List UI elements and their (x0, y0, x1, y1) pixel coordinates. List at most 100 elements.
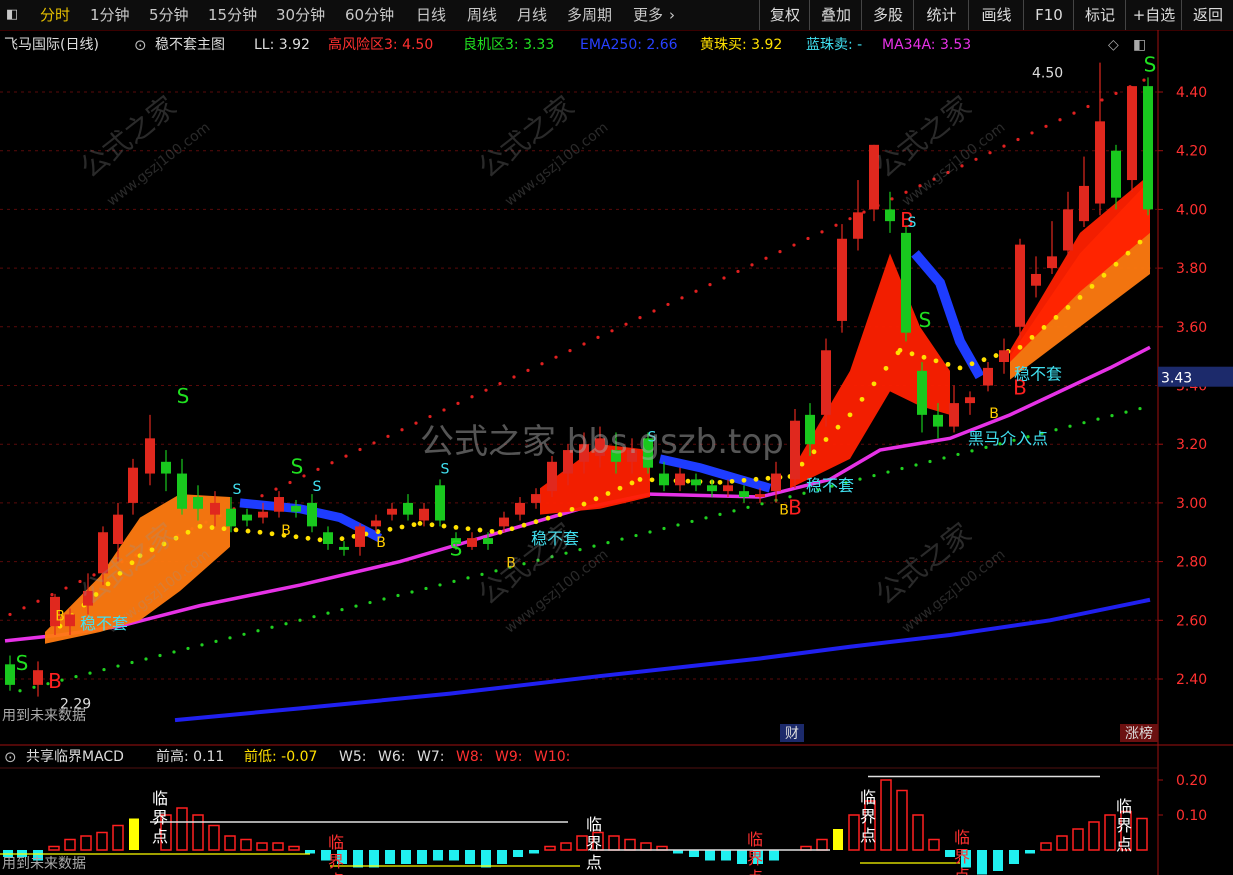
upper-channel-dot (414, 421, 418, 425)
ll-value: LL: 3.92 (254, 37, 310, 53)
yellow-bead (161, 541, 167, 547)
window-toggle-icon[interactable]: ◧ (1133, 32, 1146, 58)
lower-channel-dot (186, 646, 190, 651)
tab-30min[interactable]: 30分钟 (276, 0, 325, 30)
yellow-bead (1065, 305, 1071, 310)
candle-body (226, 508, 236, 527)
macd-bar (240, 838, 252, 851)
upper-channel-dot (1044, 124, 1048, 128)
sell-signal: S (648, 429, 657, 445)
buy-signal: B (376, 535, 386, 551)
tab-1min[interactable]: 1分钟 (90, 0, 130, 30)
formula-name[interactable]: 稳不套主图 (155, 32, 225, 58)
chevron-right-icon[interactable]: › (669, 0, 675, 30)
tab-multi-period[interactable]: 多周期 (567, 0, 612, 30)
upper-channel-dot (22, 606, 26, 610)
draw-line-button[interactable]: 画线 (968, 0, 1024, 30)
lower-channel-dot (522, 562, 526, 566)
yellow-bead (649, 477, 655, 483)
candle-body (1079, 185, 1089, 222)
lower-channel-dot (970, 449, 974, 453)
tab-daily[interactable]: 日线 (416, 0, 446, 30)
macd-title[interactable]: 共享临界MACD (26, 745, 124, 769)
candle-body (113, 514, 123, 544)
upper-channel-dot (918, 184, 922, 188)
macd-bar (401, 850, 411, 864)
multi-stock-button[interactable]: 多股 (861, 0, 914, 30)
candle-body (242, 514, 252, 521)
upper-channel-dot (288, 480, 292, 485)
sell-signal: S (291, 455, 304, 479)
yellow-bead (617, 485, 623, 491)
candle-body (65, 614, 75, 627)
tab-5min[interactable]: 5分钟 (149, 0, 189, 30)
upper-channel-dot (666, 302, 670, 307)
macd-bar (912, 814, 924, 851)
overlay-button[interactable]: 叠加 (809, 0, 862, 30)
tab-fenshi[interactable]: 分时 (40, 0, 70, 30)
critical-point-label: 点 (328, 871, 344, 875)
back-button[interactable]: 返回 (1181, 0, 1233, 30)
yellow-bead (257, 529, 263, 535)
lower-channel-dot (242, 632, 246, 636)
fuquan-button[interactable]: 复权 (759, 0, 810, 30)
macd-bar (1104, 814, 1116, 851)
buy-signal: B (506, 555, 516, 571)
diamond-icon[interactable]: ◇ (1108, 32, 1119, 58)
yellow-bead (533, 519, 539, 525)
yellow-bead (945, 361, 951, 367)
cai-label: 财 (785, 726, 799, 742)
panel-toggle-icon[interactable]: ◧ (6, 0, 18, 30)
tab-monthly[interactable]: 月线 (517, 0, 547, 30)
yellow-bead (765, 475, 771, 481)
macd-dropdown-icon[interactable]: ⊙ (4, 745, 17, 769)
statistics-button[interactable]: 统计 (913, 0, 969, 30)
lower-channel-dot (1068, 424, 1072, 428)
lower-channel-dot (102, 667, 106, 672)
upper-channel-dot (652, 309, 656, 313)
upper-channel-dot (400, 428, 404, 432)
tab-60min[interactable]: 60分钟 (345, 0, 394, 30)
buy-signal: B (55, 608, 65, 624)
candle-body (515, 502, 525, 515)
sell-signal: S (919, 308, 932, 332)
upper-channel-dot (470, 395, 474, 399)
blue-sell-value: 蓝珠卖: - (806, 37, 863, 53)
yellow-bead (1017, 344, 1023, 350)
formula-dropdown-icon[interactable]: ⊙ (134, 32, 147, 58)
tab-15min[interactable]: 15分钟 (208, 0, 257, 30)
yellow-bead (557, 512, 563, 518)
critical-point-label: 临 (1116, 797, 1132, 816)
yellow-bead (741, 477, 747, 483)
candle-body (274, 497, 284, 512)
yellow-buy-value: 黄珠买: 3.92 (700, 37, 783, 53)
ema250-line (174, 597, 1151, 723)
tab-more[interactable]: 更多 (633, 0, 663, 30)
candle-body (1111, 150, 1121, 198)
upper-channel-dot (428, 414, 432, 419)
macd-bar (497, 850, 507, 864)
macd-bar (529, 850, 539, 854)
buy-signal: B (989, 406, 999, 422)
lower-channel-dot (732, 509, 736, 513)
add-favorite-button[interactable]: +自选 (1125, 0, 1182, 30)
f10-button[interactable]: F10 (1023, 0, 1074, 30)
lower-channel-dot (172, 650, 176, 654)
lower-channel-dot (662, 526, 666, 531)
candle-body (885, 209, 895, 222)
macd-bar (433, 850, 443, 861)
candle-body (499, 517, 509, 527)
stock-title: 飞马国际(日线) (4, 37, 99, 53)
lower-channel-dot (256, 629, 260, 633)
yellow-bead (233, 527, 239, 533)
high-risk-value: 高风险区3: 4.50 (328, 37, 434, 53)
tab-weekly[interactable]: 周线 (467, 0, 497, 30)
yellow-bead (197, 523, 203, 529)
lower-channel-dot (620, 537, 624, 541)
macd-bar (369, 850, 379, 868)
candle-body (483, 538, 493, 544)
candle-body (33, 670, 43, 685)
macd-bar (896, 789, 908, 851)
mark-button[interactable]: 标记 (1073, 0, 1126, 30)
indicator-info-bar: 飞马国际(日线) ⊙ 稳不套主图 LL: 3.92 高风险区3: 4.50 良机… (0, 32, 1158, 58)
